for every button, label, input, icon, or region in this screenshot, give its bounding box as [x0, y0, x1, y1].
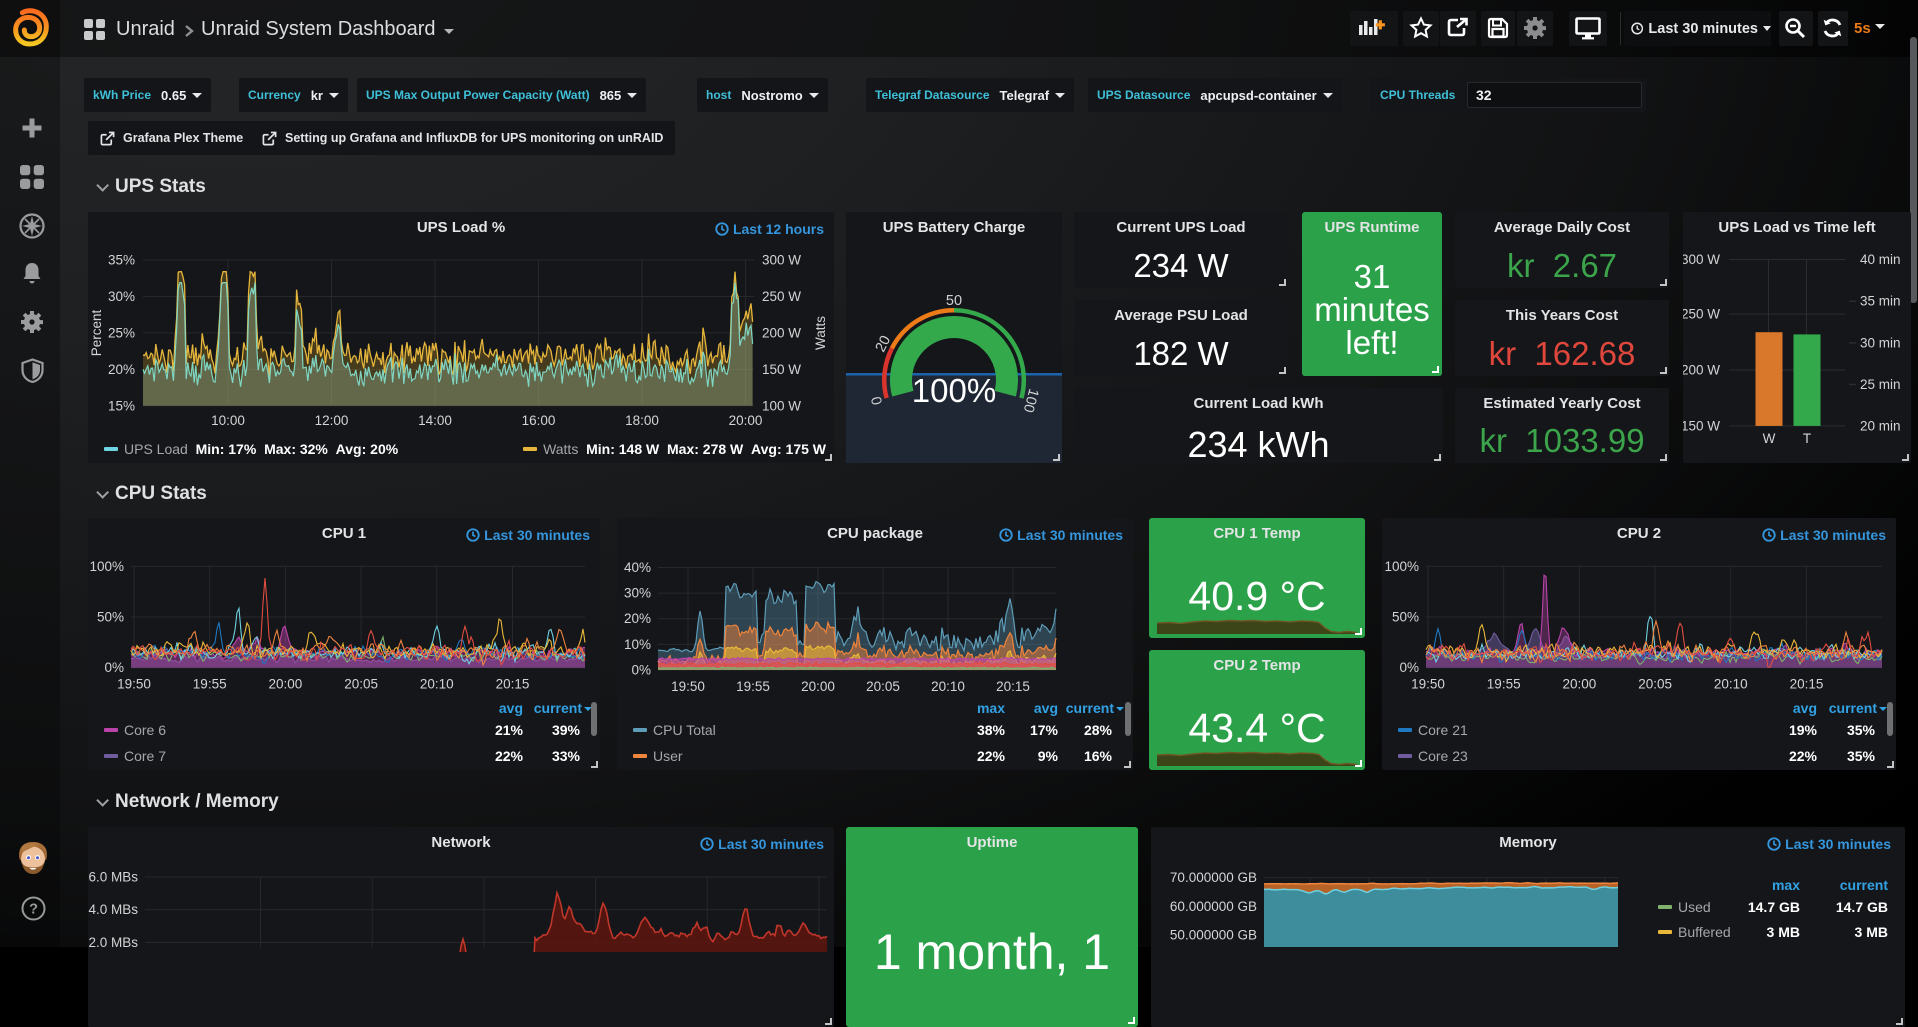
svg-text:20:05: 20:05 — [866, 679, 900, 694]
svg-text:20 min: 20 min — [1860, 418, 1901, 433]
svg-text:200 W: 200 W — [1683, 363, 1720, 378]
svg-text:100 W: 100 W — [762, 398, 801, 413]
svg-text:30%: 30% — [624, 586, 651, 601]
svg-text:14:00: 14:00 — [418, 413, 452, 428]
svg-text:300 W: 300 W — [762, 253, 801, 268]
svg-text:19:55: 19:55 — [736, 679, 770, 694]
svg-text:150 W: 150 W — [1683, 418, 1720, 433]
svg-text:100%: 100% — [912, 372, 996, 409]
svg-text:W: W — [1763, 431, 1776, 446]
svg-text:30%: 30% — [108, 289, 135, 304]
svg-text:20:10: 20:10 — [931, 679, 965, 694]
svg-text:18:00: 18:00 — [625, 413, 659, 428]
svg-text:20:15: 20:15 — [996, 679, 1030, 694]
svg-text:25%: 25% — [108, 325, 135, 340]
svg-text:250 W: 250 W — [762, 289, 801, 304]
svg-text:30 min: 30 min — [1860, 335, 1901, 350]
svg-text:20:15: 20:15 — [1790, 677, 1824, 692]
svg-text:100%: 100% — [1384, 559, 1419, 574]
svg-text:20:10: 20:10 — [1714, 677, 1748, 692]
svg-text:19:50: 19:50 — [671, 679, 705, 694]
svg-text:50%: 50% — [97, 610, 124, 625]
svg-text:15%: 15% — [108, 398, 135, 413]
svg-text:19:50: 19:50 — [117, 677, 151, 692]
svg-text:0%: 0% — [1399, 660, 1419, 675]
svg-text:6.0 MBs: 6.0 MBs — [88, 870, 138, 885]
svg-text:20:00: 20:00 — [729, 413, 763, 428]
svg-text:T: T — [1803, 431, 1811, 446]
svg-text:100%: 100% — [89, 559, 124, 574]
svg-text:250 W: 250 W — [1683, 307, 1720, 322]
svg-text:16:00: 16:00 — [522, 413, 556, 428]
svg-text:50: 50 — [946, 293, 962, 309]
svg-text:0%: 0% — [631, 663, 651, 678]
svg-text:4.0 MBs: 4.0 MBs — [88, 902, 138, 917]
svg-text:25 min: 25 min — [1860, 377, 1901, 392]
svg-text:35 min: 35 min — [1860, 294, 1901, 309]
svg-text:20:00: 20:00 — [801, 679, 835, 694]
svg-text:?: ? — [29, 902, 38, 918]
svg-text:20%: 20% — [108, 362, 135, 377]
svg-text:20:15: 20:15 — [496, 677, 530, 692]
svg-text:10:00: 10:00 — [211, 413, 245, 428]
svg-text:0%: 0% — [104, 660, 124, 675]
svg-text:200 W: 200 W — [762, 325, 801, 340]
svg-text:Percent: Percent — [89, 309, 104, 356]
svg-text:19:55: 19:55 — [193, 677, 227, 692]
svg-text:2.0 MBs: 2.0 MBs — [88, 935, 138, 950]
svg-text:40%: 40% — [624, 560, 651, 575]
svg-text:300 W: 300 W — [1683, 252, 1720, 267]
svg-text:40 min: 40 min — [1860, 252, 1901, 267]
svg-text:10%: 10% — [624, 637, 651, 652]
svg-text:20%: 20% — [624, 611, 651, 626]
svg-text:35%: 35% — [108, 253, 135, 268]
svg-text:19:50: 19:50 — [1411, 677, 1445, 692]
svg-text:50%: 50% — [1392, 610, 1419, 625]
svg-text:Watts: Watts — [813, 316, 828, 350]
svg-text:20:00: 20:00 — [269, 677, 303, 692]
svg-text:20:00: 20:00 — [1563, 677, 1597, 692]
svg-text:20:10: 20:10 — [420, 677, 454, 692]
svg-text:20:05: 20:05 — [344, 677, 378, 692]
svg-text:12:00: 12:00 — [315, 413, 349, 428]
svg-text:150 W: 150 W — [762, 362, 801, 377]
svg-text:20:05: 20:05 — [1638, 677, 1672, 692]
svg-text:19:55: 19:55 — [1487, 677, 1521, 692]
